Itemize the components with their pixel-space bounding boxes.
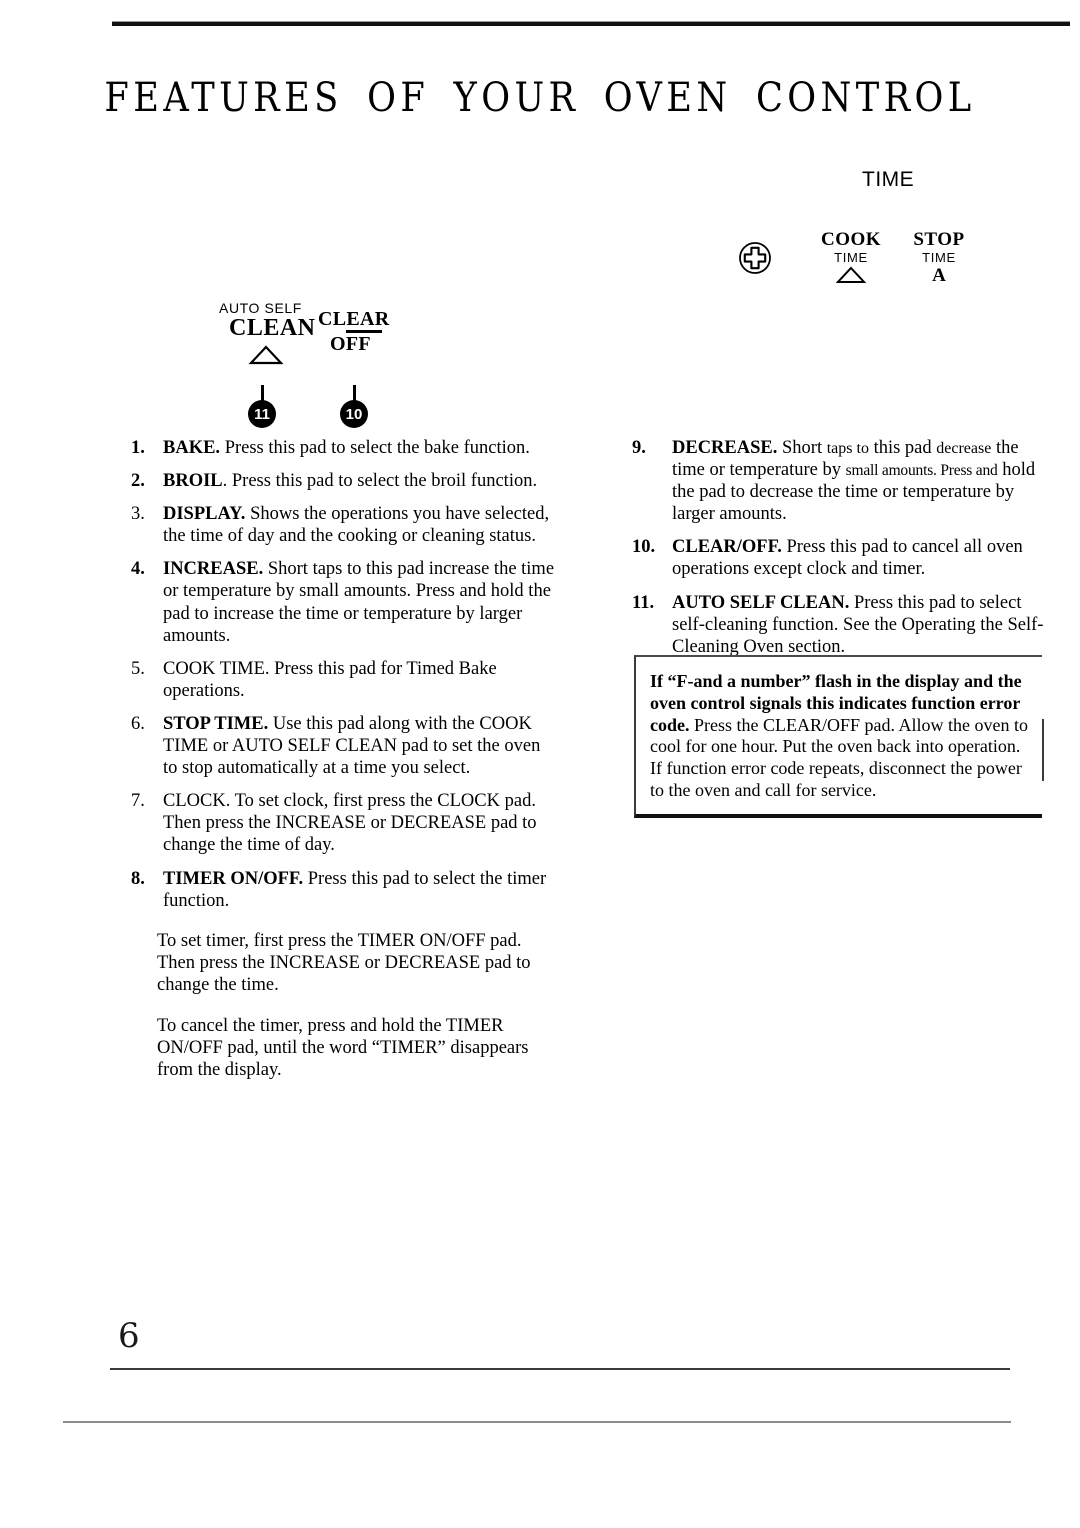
list-item: 11. AUTO SELF CLEAN. Press this pad to s… [632, 592, 1044, 658]
list-item: 4. INCREASE. Short taps to this pad incr… [131, 558, 559, 646]
footer-rule [63, 1421, 1011, 1423]
timer-set-paragraph: To set timer, first press the TIMER ON/O… [157, 931, 531, 996]
item-text: . Press this pad to select the broil fun… [222, 471, 538, 492]
item-number: 11. [632, 592, 655, 613]
callout-number: 10 [340, 400, 368, 428]
list-item: 7. CLOCK. To set clock, first press the … [131, 790, 559, 856]
list-item: 3. DISPLAY. Shows the operations you hav… [131, 503, 559, 547]
cook-triangle-icon [812, 266, 890, 284]
error-code-note-box: If “F-and a number” flash in the display… [634, 655, 1044, 818]
item-text-seg: Short [777, 438, 827, 458]
panel-clear-off-group: CLEAR OFF [318, 308, 390, 355]
item-text-seg: pad [904, 438, 937, 458]
list-item: 1. BAKE. Press this pad to select the ba… [131, 437, 559, 459]
item-body: BAKE. Press this pad to select the bake … [163, 437, 559, 459]
item-text-seg: decrease [936, 440, 992, 457]
stop-time-sublabel: TIME [922, 249, 956, 265]
auto-self-label: AUTO SELF [219, 300, 302, 316]
item-text-seg: this [868, 438, 905, 458]
item-text: Press this pad to select the bake functi… [220, 438, 530, 458]
callout-marker-11: 11 [246, 385, 278, 428]
item-headword: STOP TIME. [163, 713, 269, 734]
item-headword: INCREASE. [163, 559, 264, 580]
list-item: 2. BROIL. Press this pad to select the b… [131, 470, 559, 492]
item-headword: TIMER ON/OFF. [163, 868, 304, 889]
list-item: 10. CLEAR/OFF. Press this pad to cancel … [632, 536, 1044, 580]
page-title: FEATURES OF YOUR OVEN CONTROL [104, 74, 976, 121]
item-headword: CLEAR/OFF. [672, 537, 782, 558]
item-number: 5. [131, 658, 145, 679]
callout-leader-line [260, 385, 264, 401]
item-body: COOK TIME. Press this pad for Timed Bake… [163, 658, 559, 702]
clean-triangle-icon [248, 345, 284, 370]
item-number: 6. [131, 713, 145, 734]
item-headword: BROIL [163, 471, 223, 492]
item-body: CLOCK. To set clock, first press the CLO… [163, 790, 559, 856]
item-headword: BAKE. [163, 438, 221, 458]
item-body: STOP TIME. Use this pad along with the C… [163, 713, 559, 779]
item-text-seg: Press and [936, 462, 998, 480]
panel-time-heading: TIME [862, 168, 915, 191]
item-body: AUTO SELF CLEAN. Press this pad to selec… [672, 592, 1044, 658]
off-label: OFF [330, 333, 371, 355]
item-number: 8. [131, 868, 145, 889]
item-number: 1. [131, 438, 145, 458]
note-body-text: Press the CLEAR/OFF pad. Allow the oven … [650, 714, 1028, 800]
item-headword: COOK TIME. [163, 658, 270, 679]
item-headword: CLOCK. [163, 791, 231, 812]
clear-label: CLEAR [318, 308, 390, 330]
item-headword: DECREASE. [672, 438, 778, 458]
item-number: 2. [131, 471, 145, 492]
page-number-rule [110, 1368, 1010, 1370]
left-column: 1. BAKE. Press this pad to select the ba… [131, 437, 559, 1092]
list-item: 6. STOP TIME. Use this pad along with th… [131, 713, 559, 779]
callout-number: 11 [248, 400, 276, 428]
item-number: 3. [131, 504, 145, 525]
item-body: CLEAR/OFF. Press this pad to cancel all … [672, 536, 1044, 580]
callout-marker-10: 10 [338, 385, 370, 428]
item-text-seg: small amounts. [845, 462, 937, 480]
note-box-right-rule-fragment [1042, 719, 1044, 781]
item-headword: AUTO SELF CLEAN. [672, 592, 850, 613]
callout-leader-line [352, 385, 356, 401]
item-number: 7. [131, 791, 145, 812]
item-body: BROIL. Press this pad to select the broi… [163, 470, 559, 492]
panel-stop-time-group: STOP TIME A [900, 229, 978, 287]
item-body: TIMER ON/OFF. Press this pad to select t… [163, 868, 559, 912]
item-number: 10. [632, 537, 656, 558]
item-number: 4. [131, 559, 145, 580]
panel-cook-time-group: COOK TIME [812, 230, 890, 284]
stop-label: STOP [913, 229, 965, 250]
item-body: DECREASE. Short taps to this pad decreas… [672, 437, 1044, 525]
cook-label: COOK [820, 229, 882, 250]
item-text-seg: taps to [826, 440, 869, 457]
item-number: 9. [632, 438, 646, 458]
list-item: 5. COOK TIME. Press this pad for Timed B… [131, 658, 559, 702]
right-column: 9. DECREASE. Short taps to this pad decr… [632, 437, 1044, 669]
cook-time-sublabel: TIME [834, 249, 868, 265]
list-item: 9. DECREASE. Short taps to this pad decr… [632, 437, 1044, 525]
item-body: DISPLAY. Shows the operations you have s… [163, 503, 559, 547]
stop-a-marker: A [932, 265, 946, 287]
circled-plus-icon [738, 241, 772, 275]
clean-label: CLEAN [229, 315, 316, 341]
timer-cancel-paragraph: To cancel the timer, press and hold the … [157, 1015, 529, 1081]
item-headword: DISPLAY. [163, 504, 246, 525]
list-item: 8. TIMER ON/OFF. Press this pad to selec… [131, 868, 559, 912]
header-rule [112, 21, 1070, 26]
page-number: 6 [118, 1316, 140, 1356]
item-body: INCREASE. Short taps to this pad increas… [163, 558, 559, 646]
